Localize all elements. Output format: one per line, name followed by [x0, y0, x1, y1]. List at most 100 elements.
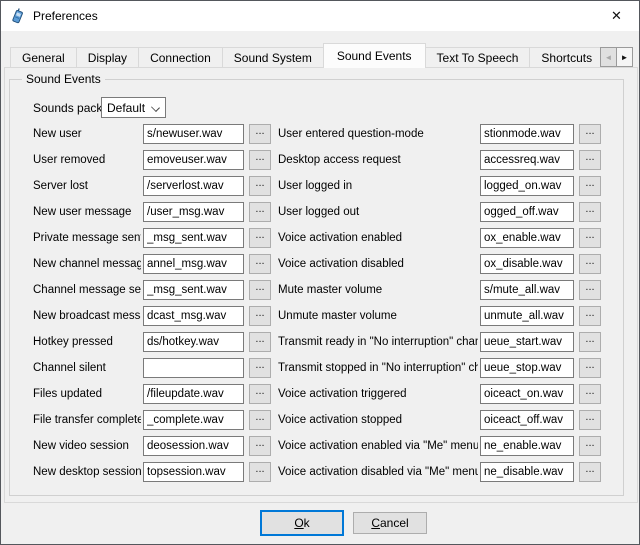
browse-button[interactable]: ...	[579, 358, 601, 378]
sound-event-label: New user	[33, 127, 141, 141]
sounds-pack-select[interactable]: Default	[101, 97, 166, 118]
browse-button[interactable]: ...	[249, 280, 271, 300]
browse-button[interactable]: ...	[579, 176, 601, 196]
browse-button[interactable]: ...	[249, 384, 271, 404]
sound-file-input[interactable]	[143, 254, 244, 274]
sound-event-label: Voice activation disabled	[278, 257, 478, 271]
sound-file-input[interactable]	[480, 280, 574, 300]
tab-scrollers: ◄ ►	[600, 47, 633, 67]
cancel-button[interactable]: Cancel	[353, 512, 427, 534]
sound-event-label: Transmit ready in "No interruption" chan…	[278, 335, 478, 349]
sound-file-input[interactable]	[480, 228, 574, 248]
sound-file-input[interactable]	[143, 436, 244, 456]
preferences-dialog: Preferences ✕ GeneralDisplayConnectionSo…	[0, 0, 640, 545]
browse-button[interactable]: ...	[249, 228, 271, 248]
sound-event-label: Channel message sent	[33, 283, 141, 297]
sound-event-label: User entered question-mode	[278, 127, 478, 141]
sound-event-label: New broadcast message	[33, 309, 141, 323]
sounds-pack-label: Sounds pack	[33, 101, 102, 115]
sound-file-input[interactable]	[480, 150, 574, 170]
browse-button[interactable]: ...	[249, 124, 271, 144]
sound-event-label: Server lost	[33, 179, 141, 193]
browse-button[interactable]: ...	[579, 436, 601, 456]
title-bar[interactable]: Preferences ✕	[1, 1, 639, 31]
ok-button[interactable]: Ok	[260, 510, 344, 536]
sound-event-label: User logged in	[278, 179, 478, 193]
sound-file-input[interactable]	[480, 124, 574, 144]
browse-button[interactable]: ...	[249, 462, 271, 482]
browse-button[interactable]: ...	[579, 254, 601, 274]
sound-event-label: New video session	[33, 439, 141, 453]
browse-button[interactable]: ...	[579, 410, 601, 430]
sound-file-input[interactable]	[480, 384, 574, 404]
sound-file-input[interactable]	[480, 436, 574, 456]
browse-button[interactable]: ...	[249, 358, 271, 378]
browse-button[interactable]: ...	[579, 306, 601, 326]
sound-event-label: Voice activation enabled	[278, 231, 478, 245]
sound-file-input[interactable]	[143, 202, 244, 222]
sound-event-label: Channel silent	[33, 361, 141, 375]
browse-button[interactable]: ...	[579, 462, 601, 482]
sound-file-input[interactable]	[143, 384, 244, 404]
sound-file-input[interactable]	[480, 410, 574, 430]
sound-event-label: Desktop access request	[278, 153, 478, 167]
sound-file-input[interactable]	[143, 410, 244, 430]
sound-file-input[interactable]	[143, 176, 244, 196]
browse-button[interactable]: ...	[579, 228, 601, 248]
sound-file-input[interactable]	[143, 228, 244, 248]
browse-button[interactable]: ...	[249, 410, 271, 430]
sound-file-input[interactable]	[143, 150, 244, 170]
sound-file-input[interactable]	[480, 176, 574, 196]
tab-scroll-left-button[interactable]: ◄	[600, 47, 617, 67]
sound-file-input[interactable]	[143, 332, 244, 352]
sounds-pack-value: Default	[107, 101, 145, 115]
browse-button[interactable]: ...	[249, 254, 271, 274]
browse-button[interactable]: ...	[249, 332, 271, 352]
browse-button[interactable]: ...	[579, 124, 601, 144]
app-icon	[10, 8, 26, 24]
browse-button[interactable]: ...	[579, 202, 601, 222]
chevron-left-icon: ◄	[605, 53, 613, 62]
sound-event-label: New channel message	[33, 257, 141, 271]
sound-file-input[interactable]	[143, 280, 244, 300]
close-button[interactable]: ✕	[594, 1, 639, 30]
browse-button[interactable]: ...	[579, 332, 601, 352]
sound-event-label: User logged out	[278, 205, 478, 219]
sound-file-input[interactable]	[480, 306, 574, 326]
tab-display[interactable]: Display	[76, 47, 139, 67]
sound-file-input[interactable]	[143, 462, 244, 482]
sound-file-input[interactable]	[143, 358, 244, 378]
sound-file-input[interactable]	[480, 332, 574, 352]
tab-text-to-speech[interactable]: Text To Speech	[425, 47, 531, 67]
sound-file-input[interactable]	[480, 462, 574, 482]
browse-button[interactable]: ...	[249, 202, 271, 222]
sound-event-label: Unmute master volume	[278, 309, 478, 323]
tab-sound-system[interactable]: Sound System	[222, 47, 324, 67]
window-title: Preferences	[33, 9, 98, 23]
sound-event-label: Hotkey pressed	[33, 335, 141, 349]
tab-sound-events[interactable]: Sound Events	[323, 43, 426, 68]
sound-event-label: Voice activation enabled via "Me" menu	[278, 439, 478, 453]
tab-general[interactable]: General	[10, 47, 77, 67]
sound-file-input[interactable]	[143, 124, 244, 144]
browse-button[interactable]: ...	[249, 306, 271, 326]
sound-event-label: Mute master volume	[278, 283, 478, 297]
sound-event-label: Transmit stopped in "No interruption" ch…	[278, 361, 478, 375]
tab-shortcuts[interactable]: Shortcuts	[529, 47, 604, 67]
tab-bar: GeneralDisplayConnectionSound SystemSoun…	[10, 42, 632, 68]
tab-connection[interactable]: Connection	[138, 47, 223, 67]
browse-button[interactable]: ...	[579, 150, 601, 170]
browse-button[interactable]: ...	[579, 280, 601, 300]
browse-button[interactable]: ...	[249, 176, 271, 196]
group-title: Sound Events	[22, 72, 105, 86]
sound-event-label: New user message	[33, 205, 141, 219]
sound-event-label: Voice activation disabled via "Me" menu	[278, 465, 478, 479]
tab-scroll-right-button[interactable]: ►	[616, 47, 633, 67]
browse-button[interactable]: ...	[579, 384, 601, 404]
sound-file-input[interactable]	[143, 306, 244, 326]
sound-file-input[interactable]	[480, 254, 574, 274]
browse-button[interactable]: ...	[249, 436, 271, 456]
browse-button[interactable]: ...	[249, 150, 271, 170]
sound-file-input[interactable]	[480, 202, 574, 222]
sound-file-input[interactable]	[480, 358, 574, 378]
